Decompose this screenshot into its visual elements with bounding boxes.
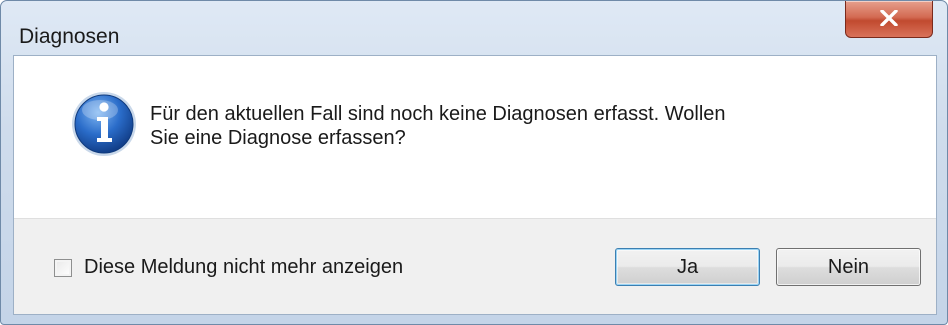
dialog-window: Diagnosen Für den aktuellen Fall sind no… [0, 0, 948, 325]
title-bar[interactable]: Diagnosen [1, 1, 947, 48]
message-line-2: Sie eine Diagnose erfassen? [150, 127, 406, 149]
close-icon [880, 10, 898, 26]
yes-button[interactable]: Ja [615, 248, 760, 286]
no-button[interactable]: Nein [776, 248, 921, 286]
dont-show-again-label[interactable]: Diese Meldung nicht mehr anzeigen [84, 256, 403, 279]
information-icon [72, 92, 136, 156]
message-line-1: Für den aktuellen Fall sind noch keine D… [150, 103, 726, 125]
dialog-footer: Diese Meldung nicht mehr anzeigen Ja Nei… [14, 218, 936, 314]
close-button[interactable] [845, 1, 933, 38]
message-area: Für den aktuellen Fall sind noch keine D… [14, 56, 936, 218]
dialog-client-area: Für den aktuellen Fall sind noch keine D… [13, 55, 937, 315]
dont-show-again-option[interactable]: Diese Meldung nicht mehr anzeigen [54, 256, 403, 279]
message-text: Für den aktuellen Fall sind noch keine D… [150, 102, 850, 150]
window-title: Diagnosen [19, 25, 120, 48]
dont-show-again-checkbox[interactable] [54, 258, 72, 277]
